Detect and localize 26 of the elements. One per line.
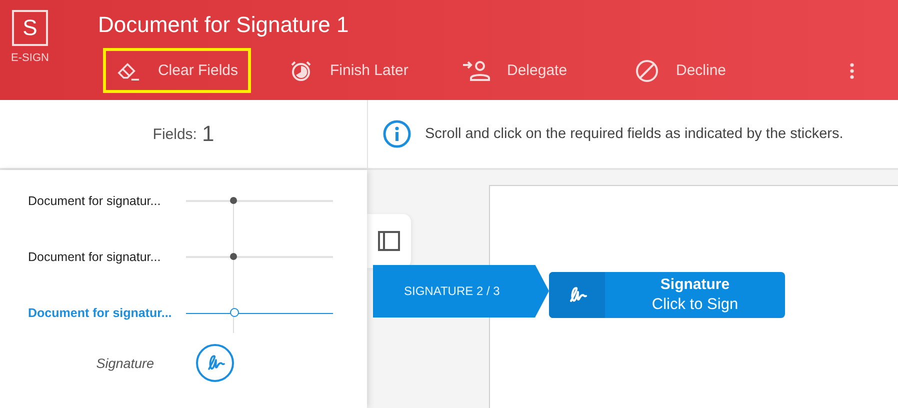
delegate-person-icon xyxy=(462,60,490,82)
document-item[interactable]: Document for signatur... xyxy=(0,250,186,264)
document-item[interactable]: Document for signatur... xyxy=(0,194,186,208)
sidebar-toggle-button[interactable] xyxy=(367,214,411,268)
logo-label: E-SIGN xyxy=(11,52,49,64)
timeline-dot xyxy=(230,253,237,260)
action-button[interactable]: Clear Fields xyxy=(103,48,251,93)
fields-count: 1 xyxy=(202,121,214,147)
alarm-clock-icon xyxy=(289,58,313,82)
decline-icon xyxy=(635,58,659,82)
document-item[interactable]: Document for signatur... xyxy=(0,306,186,320)
sidebar-panel-icon xyxy=(378,231,400,251)
signature-sticker[interactable]: SIGNATURE 2 / 3 xyxy=(373,264,549,318)
timeline-dot xyxy=(230,197,237,204)
logo: S xyxy=(12,10,48,46)
action-button[interactable]: Delegate xyxy=(449,48,597,93)
more-options-icon[interactable] xyxy=(850,62,854,78)
fields-label: Fields: xyxy=(152,126,197,142)
action-button[interactable]: Finish Later xyxy=(276,48,424,93)
document-title: Document for Signature 1 xyxy=(98,11,350,39)
signature-field[interactable]: Signature Click to Sign xyxy=(549,272,785,318)
action-button[interactable]: Decline xyxy=(622,48,770,93)
info-icon xyxy=(383,120,411,148)
instruction-text: Scroll and click on the required fields as indicated by the stickers. xyxy=(425,126,844,142)
signature-icon[interactable] xyxy=(196,344,234,382)
field-label: Signature xyxy=(95,356,155,370)
